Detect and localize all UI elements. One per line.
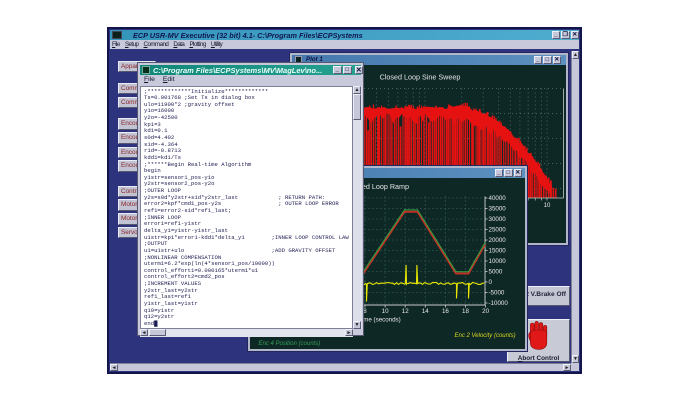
svg-text:15000: 15000 bbox=[488, 247, 506, 254]
svg-text:35000: 35000 bbox=[488, 205, 506, 212]
svg-text:40000: 40000 bbox=[488, 195, 506, 202]
svg-text:Closed Loop Sine Sweep: Closed Loop Sine Sweep bbox=[380, 72, 461, 81]
svg-text:18: 18 bbox=[462, 308, 469, 315]
svg-text:0: 0 bbox=[488, 279, 492, 286]
svg-text:10: 10 bbox=[381, 308, 388, 315]
svg-text:25000: 25000 bbox=[488, 226, 506, 233]
svg-text:30000: 30000 bbox=[488, 216, 506, 223]
svg-text:20000: 20000 bbox=[488, 237, 506, 244]
svg-text:-10000: -10000 bbox=[488, 300, 508, 307]
svg-text:12: 12 bbox=[401, 308, 408, 315]
svg-text:Enc 2 Velocity (counts): Enc 2 Velocity (counts) bbox=[454, 333, 515, 339]
svg-text:14: 14 bbox=[421, 308, 428, 315]
svg-text:10: 10 bbox=[544, 203, 551, 209]
svg-text:10000: 10000 bbox=[488, 258, 506, 265]
svg-text:16: 16 bbox=[441, 308, 448, 315]
svg-text:-5000: -5000 bbox=[488, 289, 504, 296]
svg-text:Enc 4 Position (counts): Enc 4 Position (counts) bbox=[258, 341, 320, 347]
svg-text:5000: 5000 bbox=[488, 268, 502, 275]
svg-text:Time (seconds): Time (seconds) bbox=[358, 316, 400, 323]
svg-text:20: 20 bbox=[482, 308, 489, 315]
